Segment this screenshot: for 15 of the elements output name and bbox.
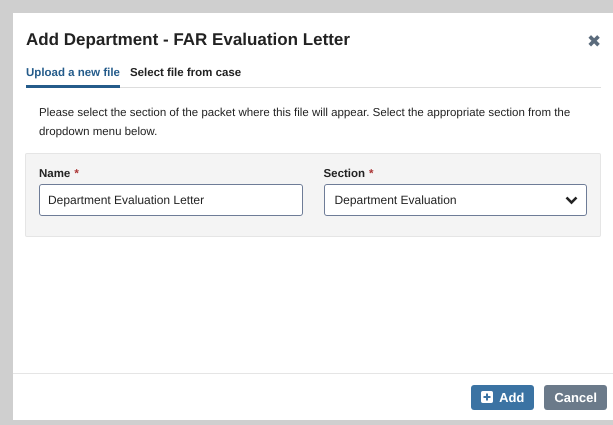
cancel-button[interactable]: Cancel <box>544 384 607 410</box>
field-label: Section <box>324 168 366 180</box>
tab[interactable]: Upload a new file <box>26 64 120 88</box>
plus-icon <box>481 391 494 403</box>
close-button[interactable]: ✖ <box>587 31 601 52</box>
section-dropdown[interactable]: Department Evaluation <box>324 184 587 216</box>
required-mark: * <box>369 168 374 180</box>
tab[interactable]: Select file from case <box>130 64 242 88</box>
instruction-text: Please select the section of the packet where this file will appear. Select the appropriate section from the dropdown menu below. <box>38 106 572 140</box>
chevron-down-icon <box>565 196 578 204</box>
add-button[interactable]: Add <box>471 384 534 410</box>
dialog-title: Add Department - FAR Evaluation Letter <box>26 30 350 50</box>
field-label: Name <box>39 168 70 180</box>
required-mark: * <box>74 168 79 180</box>
name-input[interactable]: Department Evaluation Letter <box>39 184 302 216</box>
